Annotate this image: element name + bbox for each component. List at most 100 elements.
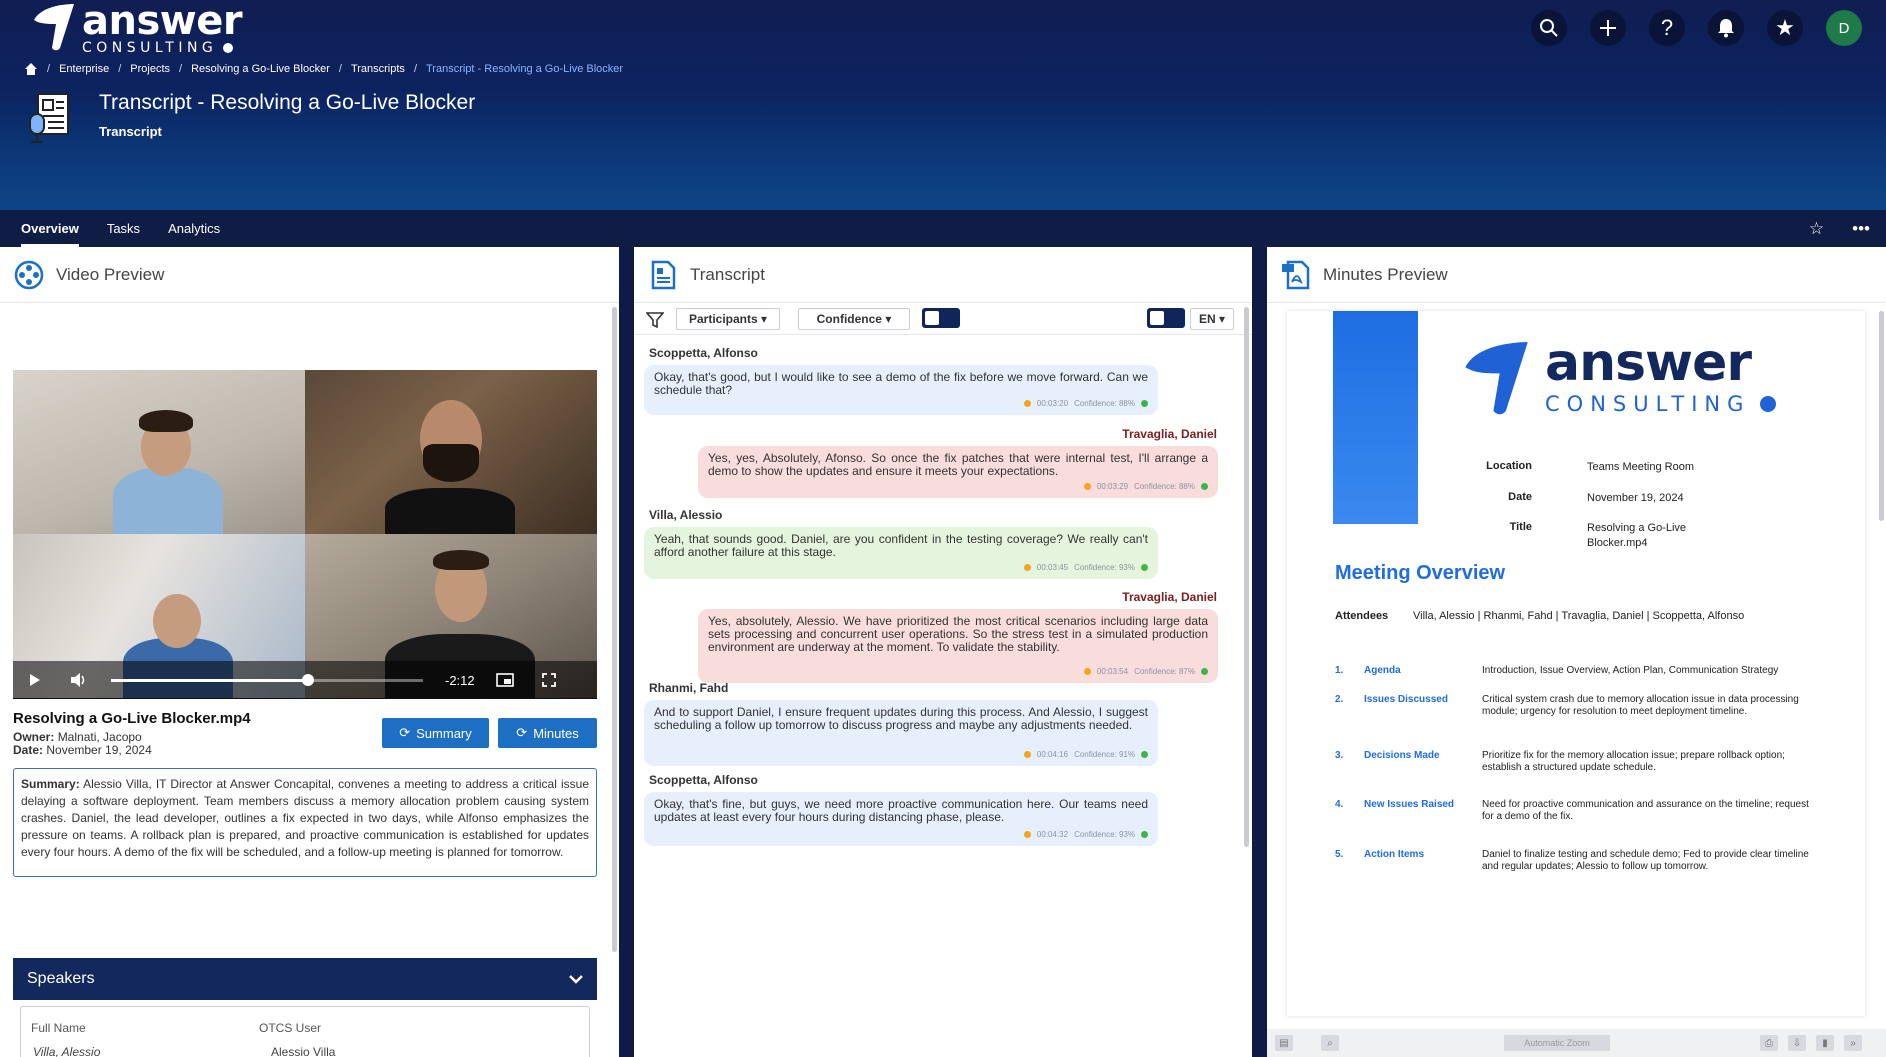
transcript-panel-header: Transcript	[634, 247, 1252, 303]
item-description: Introduction, Issue Overview, Action Pla…	[1482, 665, 1779, 676]
bookmark-icon[interactable]: ▮	[1816, 1035, 1834, 1051]
message-speaker: Travaglia, Daniel	[1122, 427, 1217, 441]
video-owner: Owner: Malnati, Jacopo	[13, 730, 142, 744]
video-file-name: Resolving a Go-Live Blocker.mp4	[13, 710, 251, 727]
breadcrumb: / Enterprise / Projects / Resolving a Go…	[24, 63, 623, 75]
view-toggle[interactable]	[922, 308, 960, 328]
transcript-icon	[651, 260, 676, 289]
zoom-select[interactable]: Automatic Zoom	[1504, 1035, 1610, 1051]
item-description: Prioritize fix for the memory allocation…	[1482, 750, 1785, 773]
logo-consulting-text: CONSULTING	[82, 40, 218, 56]
location-label: Location	[1486, 460, 1532, 472]
video-date: Date: November 19, 2024	[13, 743, 152, 757]
breadcrumb-enterprise[interactable]: Enterprise	[59, 63, 109, 75]
breadcrumb-projects[interactable]: Projects	[130, 63, 170, 75]
message-bubble: Okay, that's fine, but guys, we need mor…	[644, 792, 1158, 846]
message-bubble: And to support Daniel, I ensure frequent…	[644, 700, 1158, 766]
confidence-indicator	[1141, 400, 1148, 407]
confidence-indicator	[1141, 751, 1148, 758]
minutes-document: answer CONSULTING Location Teams Meeting…	[1287, 311, 1865, 1016]
title-value: Resolving a Go-Live Blocker.mp4	[1587, 522, 1687, 549]
breadcrumb-project[interactable]: Resolving a Go-Live Blocker	[191, 63, 330, 75]
breadcrumb-transcripts[interactable]: Transcripts	[351, 63, 405, 75]
video-panel-title: Video Preview	[56, 264, 165, 284]
item-description: Need for proactive communication and ass…	[1482, 799, 1809, 822]
top-toolbar: ? ★ D	[1531, 10, 1862, 46]
item-number: 2.	[1335, 694, 1344, 705]
download-icon[interactable]: ⇩	[1788, 1035, 1806, 1051]
breadcrumb-current: Transcript - Resolving a Go-Live Blocker	[426, 63, 624, 75]
transcript-toolbar: Participants ▾ Confidence ▾ EN ▾	[634, 303, 1252, 335]
more-tools-icon[interactable]: »	[1844, 1035, 1862, 1051]
brand-logo[interactable]: answer CONSULTING	[30, 1, 243, 56]
message-speaker: Rhanmi, Fahd	[649, 681, 729, 695]
document-accent-bar	[1333, 311, 1418, 524]
volume-icon[interactable]	[57, 661, 101, 699]
favorite-star-icon[interactable]: ☆	[1809, 219, 1824, 239]
find-icon[interactable]: ⌕	[1321, 1035, 1339, 1051]
video-participant-2	[305, 370, 597, 534]
column-otcs-user: OTCS User	[259, 1021, 322, 1035]
message-bubble: Yeah, that sounds good. Daniel, are you …	[644, 527, 1158, 579]
filter-icon[interactable]	[646, 311, 664, 329]
column-full-name: Full Name	[31, 1021, 86, 1035]
user-avatar[interactable]: D	[1826, 10, 1862, 46]
sidebar-toggle-icon[interactable]: ▤	[1275, 1035, 1293, 1051]
item-number: 1.	[1335, 665, 1344, 676]
language-select[interactable]: EN ▾	[1190, 308, 1234, 330]
tab-analytics[interactable]: Analytics	[154, 210, 234, 247]
date-label: Date	[1508, 491, 1532, 503]
tab-overview[interactable]: Overview	[7, 210, 93, 247]
chevron-down-icon	[569, 975, 583, 984]
bell-icon[interactable]	[1708, 10, 1744, 46]
document-logo-consulting: CONSULTING	[1545, 392, 1751, 416]
more-options-icon[interactable]: •••	[1852, 219, 1870, 239]
summary-button[interactable]: ⟳ Summary	[382, 718, 489, 748]
message-bubble: Yes, yes, Absolutely, Afonso. So once th…	[698, 446, 1218, 498]
transcript-scrollbar[interactable]	[1244, 307, 1249, 847]
item-label: Action Items	[1364, 849, 1425, 860]
help-icon[interactable]: ?	[1649, 10, 1685, 46]
minutes-scrollbar[interactable]	[1879, 311, 1884, 521]
search-icon[interactable]	[1531, 10, 1567, 46]
seek-handle[interactable]	[301, 673, 314, 686]
meeting-overview-heading: Meeting Overview	[1335, 562, 1506, 584]
item-label: Decisions Made	[1364, 750, 1440, 761]
translate-toggle[interactable]	[1147, 308, 1185, 328]
message-text: Okay, that's good, but I would like to s…	[654, 370, 1148, 397]
pdf-viewer-toolbar: ▤ ⌕ Automatic Zoom ⎙ ⇩ ▮ »	[1267, 1029, 1886, 1057]
minutes-panel-title: Minutes Preview	[1323, 264, 1448, 284]
title-label: Title	[1509, 521, 1532, 533]
video-panel-scrollbar[interactable]	[612, 307, 617, 952]
refresh-icon: ⟳	[516, 725, 528, 740]
document-logo-answer: answer	[1545, 333, 1752, 393]
speaker-user-cell: Alessio Villa	[271, 1045, 336, 1057]
participants-dropdown[interactable]: Participants ▾	[676, 308, 780, 330]
item-label: Issues Discussed	[1364, 694, 1448, 705]
home-icon[interactable]	[24, 63, 38, 75]
speaker-name-cell: Villa, Alessio	[33, 1045, 101, 1057]
tab-tasks[interactable]: Tasks	[93, 210, 154, 247]
attendees-label: Attendees	[1335, 610, 1389, 622]
minutes-button[interactable]: ⟳ Minutes	[498, 718, 597, 748]
video-seek-bar[interactable]	[111, 673, 423, 686]
logo-mark-icon	[1465, 342, 1528, 415]
video-player[interactable]: -2:12	[13, 370, 597, 699]
message-speaker: Scoppetta, Alfonso	[649, 773, 758, 787]
speakers-accordion[interactable]: Speakers	[13, 958, 597, 1000]
plus-icon[interactable]	[1590, 10, 1626, 46]
video-preview-panel: Video Preview -2:12 Resolving a Go-Live …	[0, 247, 619, 1057]
confidence-indicator	[1141, 564, 1148, 571]
item-label: New Issues Raised	[1364, 799, 1455, 810]
speakers-table: Full Name OTCS User Villa, Alessio Aless…	[20, 1006, 590, 1057]
confidence-dropdown[interactable]: Confidence ▾	[798, 308, 910, 330]
picture-in-picture-icon[interactable]	[483, 661, 527, 699]
minutes-preview-panel: Minutes Preview answer CONSULTING Locati…	[1267, 247, 1886, 1057]
item-number: 3.	[1335, 750, 1344, 761]
message-speaker: Travaglia, Daniel	[1122, 590, 1217, 604]
fullscreen-icon[interactable]	[527, 661, 571, 699]
print-icon[interactable]: ⎙	[1760, 1035, 1778, 1051]
play-icon[interactable]	[13, 661, 57, 699]
star-icon[interactable]: ★	[1767, 10, 1803, 46]
message-speaker: Villa, Alessio	[649, 508, 723, 522]
